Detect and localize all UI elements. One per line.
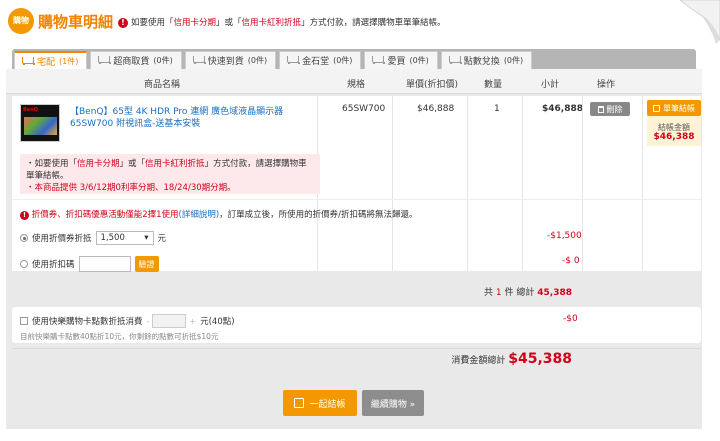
single-checkout-box: 單筆結帳 結帳金額 $46,388 <box>647 100 701 146</box>
trash-icon <box>597 105 604 113</box>
page-curl-icon <box>672 0 720 44</box>
grand-total: 消費金額總計 $45,388 <box>451 351 572 367</box>
cart-icon <box>286 56 301 65</box>
cart-panel: 商品名稱 規格 單價(折扣價) 數量 小計 操作 BenQ 【BenQ】65型 … <box>6 69 702 429</box>
dropdown-arrow-icon: ▾ <box>144 233 149 243</box>
code-radio[interactable] <box>20 260 28 268</box>
tab-home-delivery[interactable]: 宅配 (1件) <box>14 51 88 69</box>
tab-points-redeem[interactable]: 點數兌換 (0件) <box>440 51 533 69</box>
cart-icon <box>21 56 35 66</box>
product-image[interactable]: BenQ <box>20 104 60 142</box>
installment-note: ・如要使用「信用卡分期」或「信用卡紅利折抵」方式付款，請選擇購物車單筆結帳。 ・… <box>20 154 320 194</box>
header-name: 商品名稱 <box>144 80 181 90</box>
cart-icon <box>448 56 462 65</box>
single-checkout-amount: $46,388 <box>653 132 695 142</box>
points-stepper[interactable]: - + <box>147 314 196 328</box>
warning-icon: ! <box>20 211 29 220</box>
cart-logo-icon: 購物 <box>8 8 34 34</box>
points-note: 目前快樂購卡點數40點折10元，你剩餘的點數可折抵$10元 <box>20 332 219 341</box>
verify-button[interactable]: 驗證 <box>134 256 159 272</box>
product-name-link[interactable]: 【BenQ】65型 4K HDR Pro 連網 廣色域液晶顯示器 65SW700… <box>70 106 320 130</box>
single-checkout-button[interactable]: 單筆結帳 <box>647 100 701 116</box>
product-price: $46,888 <box>417 104 455 114</box>
product-qty: 1 <box>494 104 500 114</box>
discount-code-input[interactable] <box>78 256 131 272</box>
code-discount: -$ 0 <box>562 256 580 266</box>
cart-icon <box>371 56 386 65</box>
checkout-all-button[interactable]: 一起結帳 <box>283 390 357 416</box>
header-qty: 數量 <box>484 80 503 90</box>
coupon-select[interactable]: 1,500 ▾ <box>95 231 154 245</box>
table-header: 商品名稱 規格 單價(折扣價) 數量 小計 操作 <box>6 69 702 94</box>
tab-rt-mart[interactable]: 愛買 (0件) <box>364 51 438 69</box>
page-title: 購物車明細 <box>38 13 114 31</box>
delivery-tabs: 宅配 (1件) 超商取貨 (0件) 快速到貨 (0件) 金石堂 (0件) 愛買 (0件) … <box>12 49 696 69</box>
payment-notice: ! 如要使用「信用卡分期」或「信用卡紅利折抵」方式付款，請選擇購物車單筆結帳。 <box>118 16 446 28</box>
points-discount: -$0 <box>563 314 578 324</box>
coupon-discount: -$1,500 <box>547 231 582 241</box>
tab-fast-delivery[interactable]: 快速到貨 (0件) <box>184 51 277 69</box>
continue-shopping-button[interactable]: 繼續購物 » <box>362 390 424 416</box>
coupon-radio[interactable] <box>20 234 28 242</box>
cart-icon <box>97 56 112 65</box>
product-spec: 65SW700 <box>342 104 386 114</box>
cart-total-row: 共 1 件 總計 45,388 <box>484 288 572 298</box>
bag-icon <box>653 104 660 112</box>
code-option: 使用折扣碼 驗證 <box>20 256 159 272</box>
points-amount-field[interactable] <box>152 314 187 328</box>
header-subtotal: 小計 <box>541 80 560 90</box>
minus-icon[interactable]: - <box>147 317 150 326</box>
tab-store-pickup[interactable]: 超商取貨 (0件) <box>90 51 182 69</box>
cart-total-amount: 45,388 <box>537 288 572 298</box>
delete-button[interactable]: 刪除 <box>590 102 630 116</box>
tab-kingstone[interactable]: 金石堂 (0件) <box>279 51 362 69</box>
header-spec: 規格 <box>347 80 366 90</box>
warning-icon: ! <box>118 18 128 28</box>
coupon-option: 使用折價券折抵 1,500 ▾ 元 <box>20 231 166 245</box>
product-subtotal: $46,888 <box>542 104 583 114</box>
table-row: BenQ 【BenQ】65型 4K HDR Pro 連網 廣色域液晶顯示器 65… <box>12 96 701 272</box>
plus-icon[interactable]: + <box>189 317 196 326</box>
bag-icon <box>294 398 305 408</box>
header: 購物 購物車明細 ! 如要使用「信用卡分期」或「信用卡紅利折抵」方式付款，請選擇購… <box>0 0 720 44</box>
header-action: 操作 <box>597 80 616 90</box>
coupon-notice: ! 折價券、折扣碼優惠活動僅能2擇1使用(詳細說明)，訂單成立後，所使用的折價券… <box>20 208 418 220</box>
points-checkbox[interactable] <box>20 317 28 325</box>
grand-total-amount: $45,388 <box>508 351 572 367</box>
cart-icon <box>192 56 206 65</box>
header-price: 單價(折扣價) <box>406 80 459 90</box>
details-link[interactable]: (詳細說明) <box>179 210 220 220</box>
